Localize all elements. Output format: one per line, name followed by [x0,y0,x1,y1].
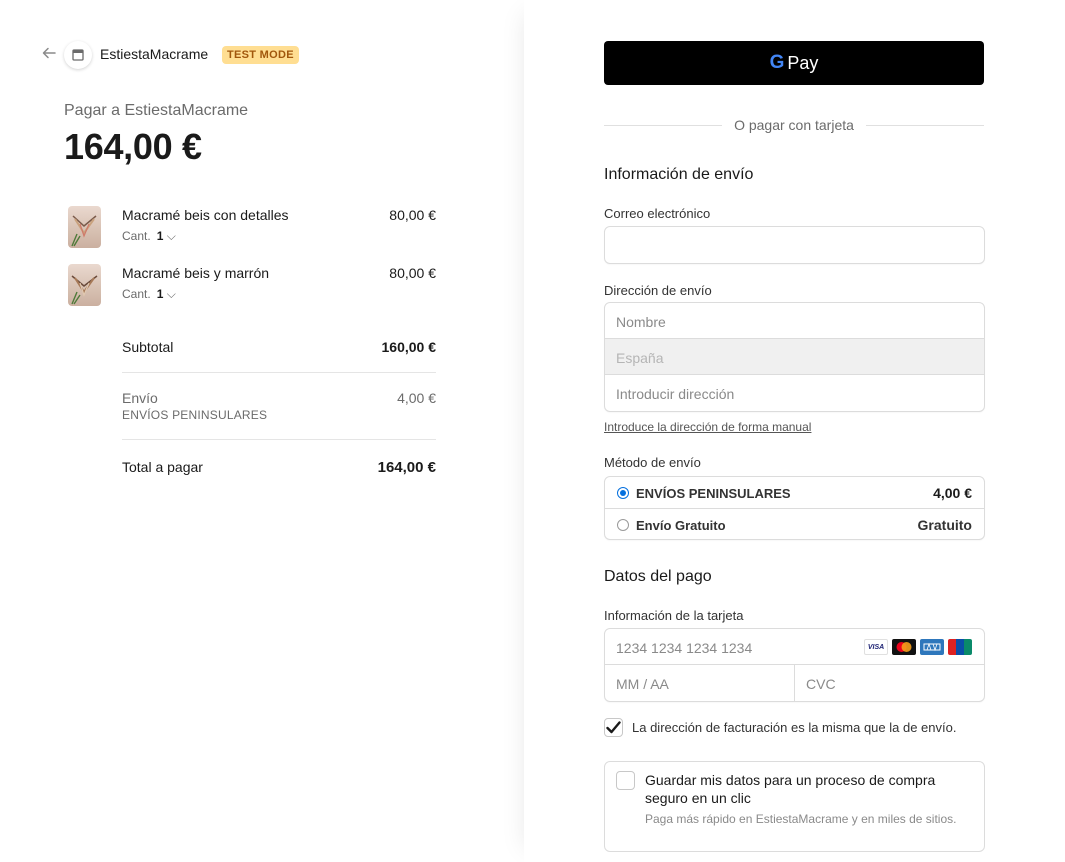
save-info-subtext: Paga más rápido en EstiestaMacrame y en … [645,812,957,826]
address-input[interactable]: Introducir dirección [605,375,984,411]
expiry-input[interactable]: MM / AA [605,665,795,701]
billing-same-checkbox[interactable] [604,718,623,737]
shipping-label: Envío [122,390,158,406]
shipping-option-price: Gratuito [917,517,972,533]
card-fields: 1234 1234 1234 1234 VISA MM / AA CVC [604,628,985,702]
test-mode-badge: TEST MODE [222,46,299,64]
visa-icon: VISA [864,639,888,655]
shipping-value: 4,00 € [397,390,436,406]
payment-data-title: Datos del pago [604,568,712,585]
save-info-checkbox[interactable] [616,771,635,790]
address-label: Dirección de envío [604,283,712,298]
radio-selected[interactable] [617,487,629,499]
card-info-label: Información de la tarjeta [604,608,744,623]
line-item: Macramé beis y marrón Cant. 1 ⌵ 80,00 € [68,264,436,306]
card-brands: VISA [864,639,972,655]
qty-label: Cant. [122,287,151,301]
google-g-icon: G [769,52,785,73]
amex-icon [920,639,944,655]
card-number-input[interactable]: 1234 1234 1234 1234 VISA [605,629,984,665]
shipping-option-peninsulares[interactable]: ENVÍOS PENINSULARES 4,00 € [605,477,984,509]
chevron-down-icon: ⌵ [166,229,176,243]
manual-address-link[interactable]: Introduce la dirección de forma manual [604,420,811,434]
item-quantity-selector[interactable]: Cant. 1 ⌵ [122,229,176,244]
shipping-option-gratuito[interactable]: Envío Gratuito Gratuito [605,509,984,539]
item-price: 80,00 € [389,265,436,281]
line-item: Macramé beis con detalles Cant. 1 ⌵ 80,00… [68,206,436,248]
item-price: 80,00 € [389,207,436,223]
unionpay-icon [948,639,972,655]
or-card-label: O pagar con tarjeta [734,117,854,133]
item-quantity-selector[interactable]: Cant. 1 ⌵ [122,287,176,302]
qty-label: Cant. [122,229,151,243]
radio-unselected[interactable] [617,519,629,531]
email-value[interactable] [605,227,984,263]
save-info-box: Guardar mis datos para un proceso de com… [604,761,985,852]
card-number-placeholder: 1234 1234 1234 1234 [616,640,753,656]
country-select[interactable]: España [605,339,984,375]
product-thumbnail [68,206,101,248]
total-label: Total a pagar [122,459,203,475]
shipping-option-name: Envío Gratuito [636,518,726,533]
shipping-option-name: ENVÍOS PENINSULARES [636,486,791,501]
subtotal-label: Subtotal [122,339,174,355]
card-expiry-cvc-row: MM / AA CVC [605,665,984,701]
shipping-method-name: ENVÍOS PENINSULARES [122,408,268,422]
save-info-title: Guardar mis datos para un proceso de com… [645,772,936,806]
email-label: Correo electrónico [604,206,711,221]
checkmark-icon [606,721,621,734]
store-name[interactable]: EstiestaMacrame [100,46,208,62]
gpay-label: Pay [787,52,819,73]
shipping-info-title: Información de envío [604,166,754,183]
total-value: 164,00 € [377,459,436,476]
item-name: Macramé beis con detalles [122,207,289,223]
subtotal-value: 160,00 € [381,339,437,355]
cvc-input[interactable]: CVC [795,665,984,701]
chevron-down-icon: ⌵ [166,287,176,301]
shipping-row: Envío ENVÍOS PENINSULARES 4,00 € [122,390,436,422]
divider [122,439,436,440]
address-fields: Nombre España Introducir dirección [604,302,985,412]
item-name: Macramé beis y marrón [122,265,270,281]
store-icon[interactable] [64,41,92,69]
email-field[interactable] [604,226,985,264]
product-thumbnail [68,264,101,306]
qty-value: 1 [156,287,164,301]
qty-value: 1 [156,229,164,243]
total-amount: 164,00 € [64,126,202,167]
back-arrow-icon[interactable] [41,45,59,63]
google-pay-button[interactable]: G Pay [604,41,984,85]
shipping-option-price: 4,00 € [933,485,972,501]
shipping-method-label: Método de envío [604,455,701,470]
divider [122,372,436,373]
payment-panel: G Pay O pagar con tarjeta Información de… [524,0,1065,862]
billing-same-label: La dirección de facturación es la misma … [632,720,957,735]
shipping-method-options: ENVÍOS PENINSULARES 4,00 € Envío Gratuit… [604,476,985,540]
name-input[interactable]: Nombre [605,303,984,339]
order-summary-panel: EstiestaMacrame TEST MODE Pagar a Esties… [0,0,524,862]
or-divider: O pagar con tarjeta [604,117,984,133]
pay-to-label: Pagar a EstiestaMacrame [64,102,249,119]
mastercard-icon [892,639,916,655]
